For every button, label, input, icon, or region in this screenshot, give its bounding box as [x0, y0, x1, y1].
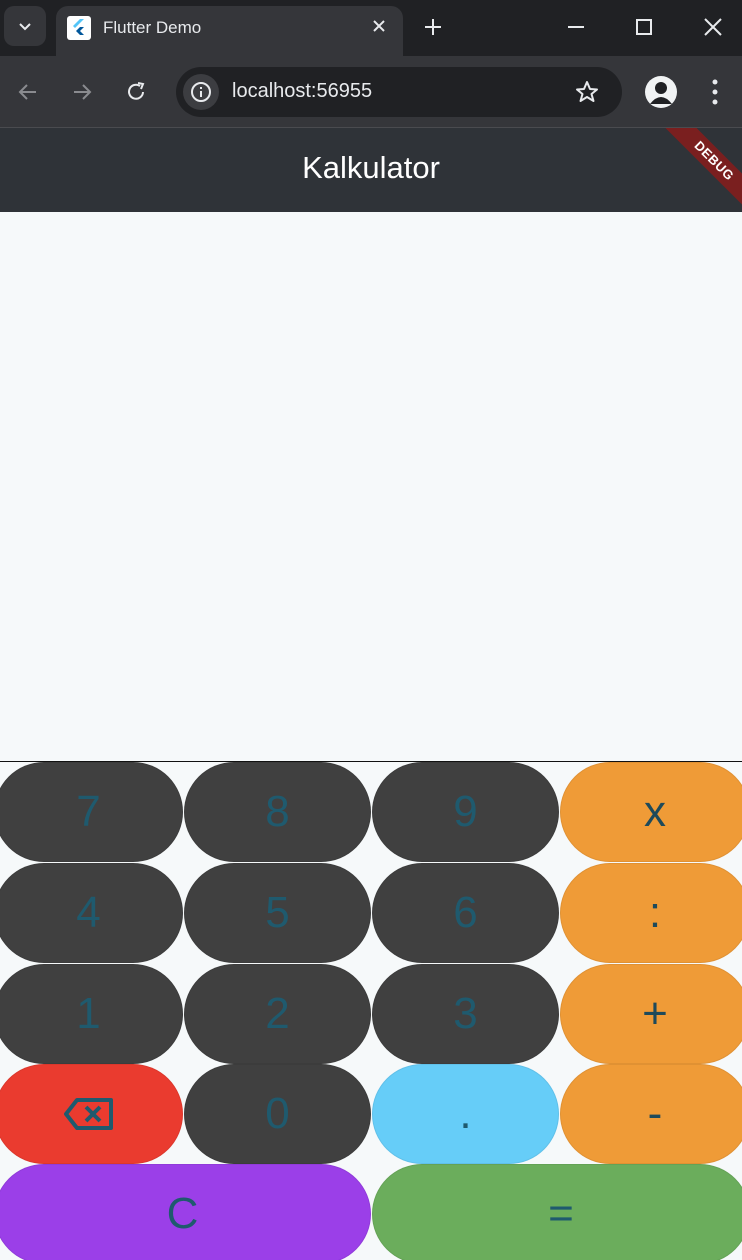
flutter-logo-icon — [67, 16, 91, 40]
backspace-icon — [63, 1098, 113, 1130]
calculator-display — [0, 212, 742, 761]
tab-search-button[interactable] — [4, 6, 46, 46]
key-multiply[interactable]: x — [560, 762, 742, 862]
reload-icon[interactable] — [122, 78, 150, 106]
back-arrow-icon[interactable] — [14, 78, 42, 106]
browser-toolbar: localhost:56955 — [0, 56, 742, 128]
key-3[interactable]: 3 — [372, 964, 559, 1064]
close-window-icon[interactable] — [700, 14, 726, 40]
browser-tab-strip: Flutter Demo — [0, 0, 742, 56]
key-0[interactable]: 0 — [184, 1064, 371, 1164]
close-tab-icon[interactable] — [369, 16, 389, 36]
key-5[interactable]: 5 — [184, 863, 371, 963]
key-decimal[interactable]: . — [372, 1064, 559, 1164]
bookmark-star-icon[interactable] — [574, 79, 600, 105]
key-subtract[interactable]: - — [560, 1064, 742, 1164]
keypad: 7 8 9 x 4 5 6 : 1 2 3 + 0 . - C = — [0, 762, 742, 1260]
key-clear[interactable]: C — [0, 1164, 371, 1260]
minimize-window-icon[interactable] — [563, 14, 589, 40]
key-backspace[interactable] — [0, 1064, 183, 1164]
site-info-icon[interactable] — [183, 74, 219, 110]
key-7[interactable]: 7 — [0, 762, 183, 862]
address-bar[interactable]: localhost:56955 — [176, 67, 622, 117]
key-1[interactable]: 1 — [0, 964, 183, 1064]
chevron-down-icon — [19, 23, 31, 31]
key-equals[interactable]: = — [372, 1164, 742, 1260]
forward-arrow-icon[interactable] — [68, 78, 96, 106]
key-add[interactable]: + — [560, 964, 742, 1064]
profile-avatar-icon[interactable] — [645, 76, 677, 108]
new-tab-icon[interactable] — [420, 14, 446, 40]
maximize-window-icon[interactable] — [631, 14, 657, 40]
key-divide[interactable]: : — [560, 863, 742, 963]
key-8[interactable]: 8 — [184, 762, 371, 862]
key-9[interactable]: 9 — [372, 762, 559, 862]
key-6[interactable]: 6 — [372, 863, 559, 963]
more-menu-icon[interactable] — [702, 76, 728, 108]
app-bar: Kalkulator DEBUG — [0, 128, 742, 212]
key-2[interactable]: 2 — [184, 964, 371, 1064]
tab-title: Flutter Demo — [103, 18, 202, 37]
key-4[interactable]: 4 — [0, 863, 183, 963]
url-text[interactable]: localhost:56955 — [232, 80, 372, 103]
browser-tab[interactable]: Flutter Demo — [56, 6, 403, 56]
app-title: Kalkulator — [302, 150, 440, 185]
